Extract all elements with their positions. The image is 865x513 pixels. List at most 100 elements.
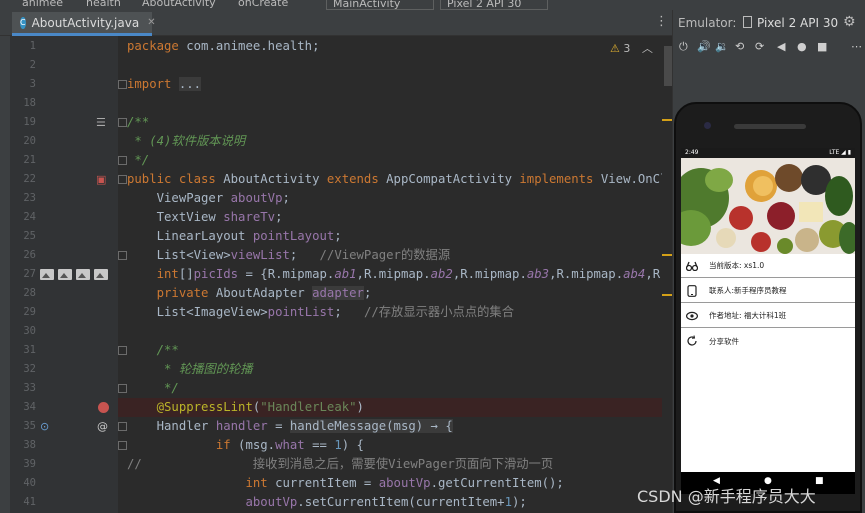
warning-marker[interactable] (662, 254, 672, 256)
banner-viewpager[interactable] (681, 158, 855, 254)
back-icon[interactable]: ◀ (777, 40, 785, 53)
line-number[interactable]: 25 (10, 227, 36, 246)
scroll-thumb[interactable] (664, 46, 672, 86)
code-text[interactable]: private AboutAdapter adapter; (127, 284, 371, 303)
rotate-right-icon[interactable]: ⟳ (755, 40, 764, 53)
doc-comment-icon[interactable]: ☰ (96, 113, 106, 132)
fold-toggle-icon[interactable] (118, 80, 127, 89)
line-number[interactable]: 40 (10, 474, 36, 493)
code-line[interactable]: 31 /** (10, 341, 672, 360)
code-line[interactable]: 3 import ... (10, 75, 672, 94)
line-number[interactable]: 20 (10, 132, 36, 151)
menu-item-share[interactable]: 分享软件 (681, 329, 855, 353)
fold-toggle-icon[interactable] (118, 175, 127, 184)
code-text[interactable]: * (4)软件版本说明 (127, 132, 245, 151)
line-number[interactable]: 31 (10, 341, 36, 360)
line-number[interactable]: 1 (10, 37, 36, 56)
volume-down-icon[interactable]: 🔉 (715, 40, 729, 53)
code-text[interactable]: int currentItem = aboutVp.getCurrentItem… (127, 474, 563, 493)
menu-item-contact[interactable]: 联系人:新手程序员教程 (681, 279, 855, 303)
phone-screen[interactable]: 2:49 LTE ◢ ▮ 当前版本: xs1.0 联系人:新手程序员教程 作者地… (681, 148, 855, 494)
code-text[interactable]: public class AboutActivity extends AppCo… (127, 170, 672, 189)
image-resource-icon[interactable] (40, 269, 54, 280)
code-line[interactable]: 35 ⊙ @ Handler handler = handleMessage(msg… (10, 417, 672, 436)
code-line[interactable]: 19 ☰ /** (10, 113, 672, 132)
code-line[interactable]: 38 if (msg.what == 1) { (10, 436, 672, 455)
line-number[interactable]: 2 (10, 56, 36, 75)
code-line[interactable]: 21 */ (10, 151, 672, 170)
code-text[interactable]: if (msg.what == 1) { (127, 436, 364, 455)
volume-up-icon[interactable]: 🔊 (697, 40, 711, 53)
more-icon[interactable]: ⋯ (851, 40, 862, 53)
line-number[interactable]: 38 (10, 436, 36, 455)
code-text[interactable]: List<View>viewList; //ViewPager的数据源 (127, 246, 451, 265)
code-line[interactable]: 27 int[]picIds = {R.mipmap.ab1,R.mipmap.… (10, 265, 672, 284)
code-line[interactable]: 30 (10, 322, 672, 341)
code-line[interactable]: 20 * (4)软件版本说明 (10, 132, 672, 151)
code-text[interactable]: TextView shareTv; (127, 208, 283, 227)
code-line[interactable]: 34 @SuppressLint("HandlerLeak") (10, 398, 672, 417)
code-text[interactable]: // 接收到消息之后，需要使ViewPager页面向下滑动一页 (127, 455, 553, 474)
code-line[interactable]: 23 ViewPager aboutVp; (10, 189, 672, 208)
code-text[interactable]: Handler handler = handleMessage(msg) → { (127, 417, 453, 436)
emulator-device-tab[interactable]: Pixel 2 API 30 (743, 16, 838, 30)
line-number[interactable]: 33 (10, 379, 36, 398)
editor-scrollbar[interactable] (662, 36, 672, 513)
line-number[interactable]: 39 (10, 455, 36, 474)
line-number[interactable]: 41 (10, 493, 36, 512)
line-number[interactable]: 23 (10, 189, 36, 208)
line-number[interactable]: 26 (10, 246, 36, 265)
line-number[interactable]: 21 (10, 151, 36, 170)
code-line[interactable]: 40 int currentItem = aboutVp.getCurrentI… (10, 474, 672, 493)
code-text[interactable]: */ (127, 151, 149, 170)
code-line[interactable]: 39 // 接收到消息之后，需要使ViewPager页面向下滑动一页 (10, 455, 672, 474)
annotation-icon[interactable]: @ (97, 417, 108, 436)
code-text[interactable]: LinearLayout pointLayout; (127, 227, 342, 246)
code-editor[interactable]: 1 package com.animee.health; 2 3 import ... 1… (10, 36, 672, 513)
image-resource-icon[interactable] (58, 269, 72, 280)
fold-toggle-icon[interactable] (118, 251, 127, 260)
code-text[interactable]: /** (127, 341, 179, 360)
device-select[interactable]: Pixel 2 API 30 (440, 0, 548, 10)
fold-toggle-icon[interactable] (118, 422, 127, 431)
home-icon[interactable]: ● (797, 40, 807, 53)
code-text[interactable]: aboutVp.setCurrentItem(currentItem+1); (127, 493, 526, 512)
close-icon[interactable]: ✕ (147, 17, 155, 28)
line-number[interactable]: 18 (10, 94, 36, 113)
image-resource-icon[interactable] (76, 269, 90, 280)
line-number[interactable]: 22 (10, 170, 36, 189)
code-line[interactable]: 25 LinearLayout pointLayout; (10, 227, 672, 246)
breadcrumb-animee[interactable]: animee (22, 0, 63, 9)
line-number[interactable]: 34 (10, 398, 36, 417)
code-line[interactable]: 33 */ (10, 379, 672, 398)
more-vertical-icon[interactable]: ⋮ (655, 14, 668, 29)
code-text[interactable]: ViewPager aboutVp; (127, 189, 290, 208)
code-line[interactable]: 26 List<View>viewList; //ViewPager的数据源 (10, 246, 672, 265)
code-text[interactable]: int[]picIds = {R.mipmap.ab1,R.mipmap.ab2… (127, 265, 672, 284)
line-number[interactable]: 28 (10, 284, 36, 303)
gear-icon[interactable]: ⚙ (843, 14, 856, 30)
breadcrumb-method[interactable]: onCreate (238, 0, 288, 9)
warning-marker[interactable] (662, 294, 672, 296)
line-number[interactable]: 27 (10, 265, 36, 284)
menu-item-version[interactable]: 当前版本: xs1.0 (681, 254, 855, 278)
code-text[interactable]: @SuppressLint("HandlerLeak") (127, 398, 364, 417)
prev-highlight-icon[interactable]: ︿ (642, 42, 653, 55)
overview-icon[interactable]: ■ (817, 40, 827, 53)
line-number[interactable]: 29 (10, 303, 36, 322)
breadcrumb-health[interactable]: health (86, 0, 121, 9)
code-text[interactable]: * 轮播图的轮播 (127, 360, 253, 379)
line-number[interactable]: 35 (10, 417, 36, 436)
tab-about-activity[interactable]: C AboutActivity.java ✕ (12, 12, 156, 36)
code-line[interactable]: 41 aboutVp.setCurrentItem(currentItem+1)… (10, 493, 672, 512)
breadcrumb-class[interactable]: AboutActivity (142, 0, 216, 9)
line-number[interactable]: 32 (10, 360, 36, 379)
run-config-select[interactable]: MainActivity (326, 0, 434, 10)
line-number[interactable]: 30 (10, 322, 36, 341)
rotate-left-icon[interactable]: ⟲ (735, 40, 744, 53)
code-text[interactable]: import ... (127, 75, 202, 94)
warning-marker[interactable] (662, 119, 672, 121)
line-number[interactable]: 19 (10, 113, 36, 132)
code-line[interactable]: 18 (10, 94, 672, 113)
code-line[interactable]: 2 (10, 56, 672, 75)
